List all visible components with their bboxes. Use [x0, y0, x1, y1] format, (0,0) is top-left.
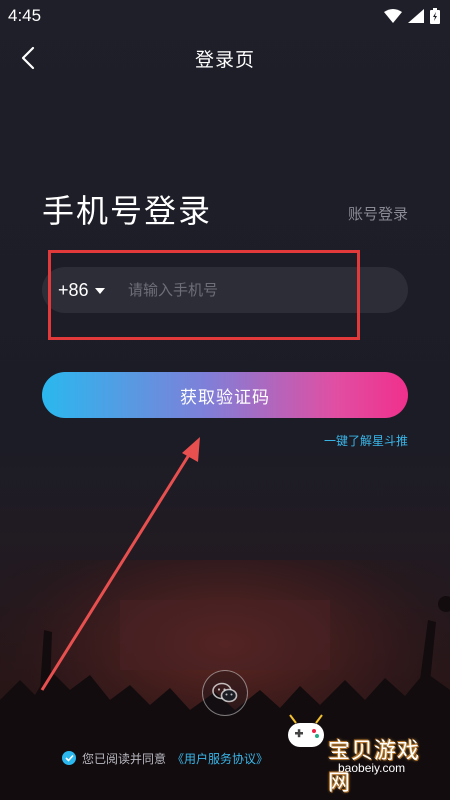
watermark: 宝贝游戏网 baobeiy.com — [278, 705, 438, 796]
back-button[interactable] — [14, 44, 42, 72]
agreement-checkbox[interactable] — [62, 751, 76, 765]
phone-input-row: +86 — [42, 267, 408, 313]
wifi-icon — [384, 9, 402, 23]
watermark-url: baobeiy.com — [338, 761, 406, 775]
account-login-link[interactable]: 账号登录 — [348, 203, 408, 224]
check-icon — [64, 754, 74, 762]
user-service-agreement-link[interactable]: 《用户服务协议》 — [172, 750, 268, 767]
get-verification-code-button[interactable]: 获取验证码 — [42, 372, 408, 418]
wechat-login-button[interactable] — [202, 670, 248, 716]
country-code-selector[interactable]: +86 — [42, 280, 128, 301]
status-bar: 4:45 — [0, 0, 450, 32]
gamepad-logo-icon — [288, 714, 324, 747]
page-title: 登录页 — [194, 48, 255, 71]
battery-icon — [430, 8, 440, 24]
login-screen: 4:45 登录页 手机号登录 账号登录 +86 请输入手机号 获取验证码 一键了… — [0, 0, 450, 800]
header: 登录页 — [0, 36, 450, 80]
caret-down-icon — [94, 288, 105, 294]
wechat-icon — [212, 682, 238, 703]
phone-number-input[interactable] — [128, 267, 408, 313]
agreement-row: 您已阅读并同意 《用户服务协议》 — [62, 748, 268, 768]
login-heading: 手机号登录 — [42, 192, 213, 230]
learn-more-link[interactable]: 一键了解星斗推 — [324, 432, 408, 449]
status-time: 4:45 — [8, 6, 42, 25]
status-icons — [384, 8, 440, 24]
chevron-left-icon — [21, 46, 35, 70]
agreement-text: 您已阅读并同意 — [82, 751, 167, 766]
signal-icon — [408, 9, 424, 23]
country-code-value: +86 — [58, 279, 89, 300]
